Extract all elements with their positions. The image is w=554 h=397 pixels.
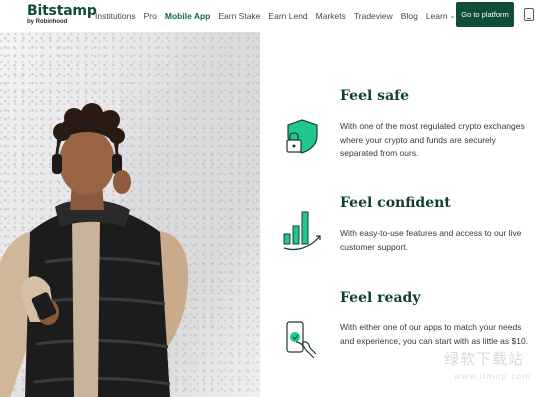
watermark-text: 绿软下载站 bbox=[444, 350, 525, 368]
hand-phone-icon bbox=[286, 321, 317, 359]
nav-tradeview[interactable]: Tradeview bbox=[354, 11, 393, 21]
nav-institutions[interactable]: Institutions bbox=[95, 11, 136, 21]
top-navigation-bar: Bitstamp by Robinhood Institutions Pro M… bbox=[0, 0, 554, 32]
bitstamp-logo[interactable]: Bitstamp by Robinhood bbox=[27, 4, 97, 25]
person-with-headphones-illustration bbox=[0, 103, 189, 397]
hero-photo bbox=[0, 32, 260, 397]
watermark-url: www.itmop.com bbox=[454, 372, 532, 381]
nav-earn-lend[interactable]: Earn Lend bbox=[268, 11, 307, 21]
feature-title-ready: Feel ready bbox=[340, 290, 421, 306]
nav-mobile-app[interactable]: Mobile App bbox=[165, 11, 210, 21]
logo-subtitle: by Robinhood bbox=[27, 19, 68, 25]
mobile-phone-icon[interactable] bbox=[524, 8, 534, 21]
nav-pro[interactable]: Pro bbox=[144, 11, 157, 21]
bar-chart-growth-icon bbox=[283, 211, 321, 251]
main-nav: Institutions Pro Mobile App Earn Stake E… bbox=[95, 11, 455, 21]
nav-blog[interactable]: Blog bbox=[401, 11, 418, 21]
nav-learn-dropdown[interactable]: Learn ⌄ bbox=[426, 11, 456, 21]
logo-wordmark: Bitstamp bbox=[27, 3, 97, 19]
feature-text-safe: With one of the most regulated crypto ex… bbox=[340, 121, 525, 158]
feature-title-safe: Feel safe bbox=[340, 88, 410, 104]
nav-learn-label: Learn bbox=[425, 11, 448, 21]
feature-text-confident: With easy-to-use features and access to … bbox=[340, 228, 522, 252]
feature-title-confident: Feel confident bbox=[340, 195, 451, 211]
chevron-down-icon: ⌄ bbox=[449, 13, 456, 20]
go-to-platform-button[interactable]: Go to platform bbox=[456, 2, 514, 27]
shield-lock-icon bbox=[286, 119, 318, 154]
nav-earn-stake[interactable]: Earn Stake bbox=[218, 11, 260, 21]
nav-markets[interactable]: Markets bbox=[316, 11, 346, 21]
feature-text-ready: With either one of our apps to match you… bbox=[340, 322, 529, 346]
